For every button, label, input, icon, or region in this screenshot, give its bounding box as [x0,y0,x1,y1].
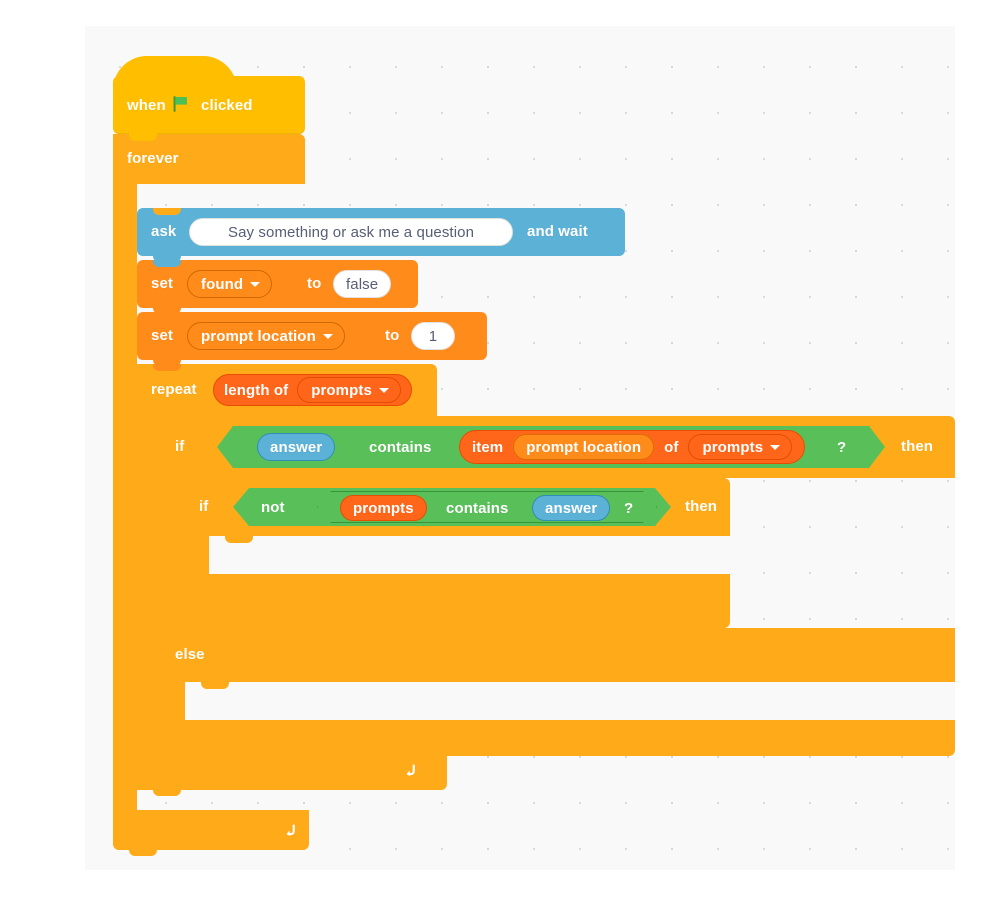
forever-header[interactable]: forever [113,134,305,184]
set-prompt-location-value-input[interactable]: 1 [411,322,455,350]
when-label: when [127,97,166,114]
set-prompt-location-variable-name: prompt location [201,327,316,345]
contains-operator-label: contains [369,439,432,456]
answer-reporter-inner[interactable]: answer [532,495,610,521]
forever-left-spine[interactable] [113,134,137,834]
prompt-location-label: prompt location [526,438,642,456]
when-flag-clicked-block[interactable]: when clicked [113,56,305,140]
block-workspace-canvas[interactable]: forever when clicked ask Say something o… [85,26,955,870]
ask-label: ask [151,223,177,240]
contains-operator-label-inner: contains [446,500,509,517]
set-found-to-label: to [307,275,322,292]
scratch-editor-root: forever when clicked ask Say something o… [0,0,996,898]
answer-reporter[interactable]: answer [257,433,335,461]
of-label: of [664,438,679,456]
length-of-list-name: prompts [311,381,372,399]
repeat-header[interactable]: repeat length of prompts [137,364,437,416]
set-found-variable-name: found [201,275,244,293]
else-label: else [175,646,205,663]
set-found-value-input[interactable]: false [333,270,392,298]
if-outer-then-label: then [901,438,934,455]
if-inner-footer[interactable] [185,574,730,628]
if-else-footer[interactable] [161,720,955,762]
ask-question-value: Say something or ask me a question [227,223,475,241]
set-found-variable-dropdown[interactable]: found [187,270,273,298]
answer-label: answer [270,438,323,456]
set-found-value: false [346,275,379,293]
clicked-label: clicked [201,97,253,114]
item-of-list-name: prompts [702,438,764,456]
prompts-contains-answer-condition[interactable]: prompts contains answer ? [317,491,657,523]
if-inner-header[interactable]: if not prompts contains answer ? then [185,478,730,536]
length-of-list-dropdown[interactable]: prompts [297,377,401,403]
answer-label-inner: answer [545,499,598,517]
set-found-block[interactable]: set found to false [137,260,418,314]
repeat-label: repeat [151,381,197,398]
item-of-list-dropdown[interactable]: prompts [688,434,792,460]
set-prompt-location-to-label: to [385,327,400,344]
if-outer-question-mark: ? [837,439,847,456]
chevron-down-icon [378,387,389,393]
if-outer-condition[interactable]: answer contains item prompt location of … [217,426,885,468]
chevron-down-icon [250,281,261,287]
if-outer-label: if [175,438,185,455]
repeat-left-spine[interactable] [137,364,161,790]
ask-question-input[interactable]: Say something or ask me a question [189,218,513,246]
prompts-label: prompts [353,499,414,517]
item-label: item [472,438,504,456]
if-inner-question-mark: ? [624,500,634,517]
else-header[interactable]: else [161,628,955,682]
loop-arrow-icon [406,764,415,777]
set-prompt-location-set-label: set [151,327,173,344]
set-prompt-location-variable-dropdown[interactable]: prompt location [187,322,345,350]
hat-dome [113,56,237,90]
else-empty-slot[interactable] [185,682,955,720]
not-label: not [261,499,285,516]
forever-label: forever [127,150,179,167]
prompts-list-reporter[interactable]: prompts [340,495,427,521]
chevron-down-icon [322,333,333,339]
if-inner-condition-not[interactable]: not prompts contains answer ? [233,488,671,526]
if-else-header[interactable]: if answer contains item prompt location … [161,416,955,478]
if-inner-then-label: then [685,498,718,515]
set-prompt-location-block[interactable]: set prompt location to 1 [137,312,487,366]
if-inner-label: if [199,498,209,515]
if-inner-empty-slot[interactable] [209,536,730,574]
length-of-label: length of [224,381,289,399]
chevron-down-icon [770,445,780,450]
length-of-list-reporter[interactable]: length of prompts [213,374,412,406]
green-flag-icon [173,96,187,112]
forever-footer[interactable] [113,810,309,856]
item-of-list-reporter[interactable]: item prompt location of prompts [459,430,805,464]
ask-and-wait-block[interactable]: ask Say something or ask me a question a… [137,208,625,262]
set-prompt-location-value: 1 [428,327,438,345]
prompt-location-reporter[interactable]: prompt location [513,434,654,460]
loop-arrow-icon [286,824,295,837]
set-found-set-label: set [151,275,173,292]
ask-and-wait-label: and wait [527,223,588,240]
